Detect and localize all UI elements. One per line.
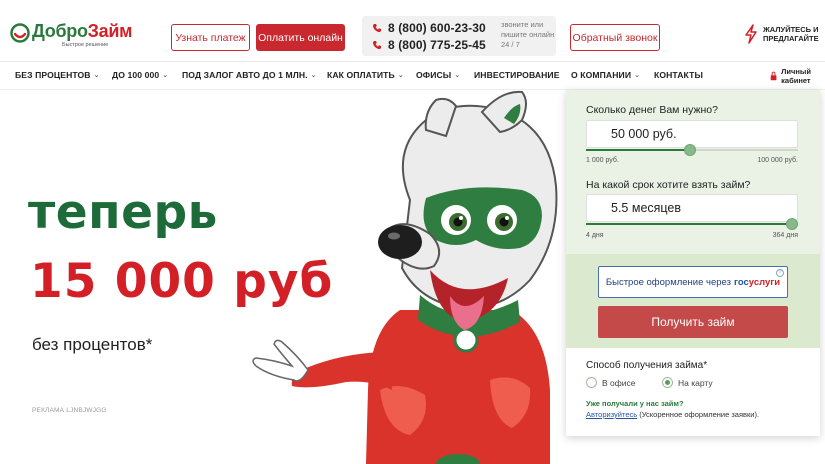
chevron-down-icon: ⌄	[634, 72, 641, 79]
user-lock-icon	[770, 71, 777, 81]
chevron-down-icon: ⌄	[454, 72, 461, 79]
authorize-link[interactable]: Авторизуйтесь	[586, 410, 637, 419]
nav-item-investing[interactable]: ИНВЕСТИРОВАНИЕ	[474, 70, 560, 80]
pay-online-button[interactable]: Оплатить онлайн	[256, 24, 345, 51]
logo[interactable]: ДоброЗайм Быстрое решение	[10, 21, 133, 48]
callback-button[interactable]: Обратный звонок	[570, 24, 660, 51]
nav-item-about[interactable]: О КОМПАНИИ ⌄	[571, 70, 640, 80]
lightning-icon	[745, 24, 757, 44]
auth-line: Авторизуйтесь (Ускоренное оформление зая…	[586, 410, 759, 419]
method-label: Способ получения займа*	[586, 360, 708, 371]
phone-icon	[372, 41, 381, 50]
radio-office-label: В офисе	[602, 377, 636, 388]
phone-icon	[372, 24, 381, 33]
loan-calculator: Сколько денег Вам нужно? 50 000 руб. 1 0…	[566, 90, 820, 436]
phone-line-1[interactable]: 8 (800) 600-23-30	[372, 20, 486, 36]
phone-number: 8 (800) 775-25-45	[388, 38, 486, 52]
personal-cabinet-link[interactable]: Личный кабинет	[770, 67, 825, 85]
chevron-down-icon: ⌄	[397, 72, 404, 79]
phone-number: 8 (800) 600-23-30	[388, 21, 486, 35]
gosuslugi-logo-text: госуслуги	[733, 276, 781, 288]
gosuslugi-label: Быстрое оформление через	[605, 276, 731, 288]
logo-tagline: Быстрое решение	[62, 42, 109, 48]
get-loan-button[interactable]: Получить займ	[598, 306, 788, 338]
calculator-actions: Быстрое оформление через госуслуги ? Пол…	[566, 254, 820, 348]
main-nav: БЕЗ ПРОЦЕНТОВ ⌄ ДО 100 000 ⌄ ПОД ЗАЛОГ АВТ…	[0, 62, 825, 90]
radio-card-label: На карту	[678, 377, 713, 388]
term-input[interactable]: 5.5 месяцев	[586, 194, 798, 222]
already-borrowed-label: Уже получали у нас займ?	[586, 399, 684, 408]
chevron-down-icon: ⌄	[162, 72, 169, 79]
amount-slider[interactable]	[586, 144, 798, 156]
logo-smile-icon	[10, 23, 30, 43]
hero-headline-now: теперь	[28, 185, 218, 240]
term-question: На какой срок хотите взять займ?	[586, 179, 751, 191]
auth-note: (Ускоренное оформление заявки).	[639, 410, 760, 419]
term-slider-fill	[586, 223, 792, 225]
calculator-method: Способ получения займа* В офисе На карту…	[566, 348, 820, 436]
learn-payment-button[interactable]: Узнать платеж	[171, 24, 250, 51]
nav-item-car-pledge[interactable]: ПОД ЗАЛОГ АВТО ДО 1 МЛН. ⌄	[182, 70, 317, 80]
amount-slider-handle[interactable]	[684, 144, 696, 156]
radio-circle	[662, 377, 673, 388]
term-slider[interactable]	[586, 218, 798, 230]
phones-block: 8 (800) 600-23-30 8 (800) 775-25-45 звон…	[362, 16, 556, 56]
term-slider-handle[interactable]	[786, 218, 798, 230]
amount-question: Сколько денег Вам нужно?	[586, 104, 718, 116]
nav-item-how-to-pay[interactable]: КАК ОПЛАТИТЬ ⌄	[327, 70, 404, 80]
term-min-label: 4 дня	[586, 232, 604, 239]
calculator-sliders: Сколько денег Вам нужно? 50 000 руб. 1 0…	[566, 90, 820, 254]
chevron-down-icon: ⌄	[93, 72, 100, 79]
complain-link[interactable]: ЖАЛУЙТЕСЬ И ПРЕДЛАГАЙТЕ	[744, 24, 825, 44]
radio-office[interactable]: В офисе	[586, 377, 635, 388]
cabinet-label: Личный кабинет	[781, 67, 811, 85]
amount-min-label: 1 000 руб.	[586, 157, 619, 164]
ad-label: РЕКЛАМА LJNBJWJGG	[32, 407, 107, 414]
amount-max-label: 100 000 руб.	[757, 157, 798, 164]
nav-item-contacts[interactable]: КОНТАКТЫ	[654, 70, 703, 80]
term-max-label: 364 дня	[772, 232, 798, 239]
nav-item-no-interest[interactable]: БЕЗ ПРОЦЕНТОВ ⌄	[15, 70, 100, 80]
gosuslugi-button[interactable]: Быстрое оформление через госуслуги ?	[598, 266, 788, 298]
complain-label: ЖАЛУЙТЕСЬ И ПРЕДЛАГАЙТЕ	[763, 25, 819, 43]
chevron-down-icon: ⌄	[310, 72, 317, 79]
radio-circle	[586, 377, 597, 388]
question-icon[interactable]: ?	[776, 269, 784, 277]
nav-item-up-to-100000[interactable]: ДО 100 000 ⌄	[112, 70, 168, 80]
dog-mascot-illustration	[252, 90, 558, 464]
phone-line-2[interactable]: 8 (800) 775-25-45	[372, 37, 486, 53]
amount-slider-fill	[586, 149, 690, 151]
logo-text: ДоброЗайм	[32, 21, 133, 41]
radio-card[interactable]: На карту	[662, 377, 713, 388]
hero-subtitle: без процентов*	[32, 335, 153, 354]
nav-item-offices[interactable]: ОФИСЫ ⌄	[416, 70, 460, 80]
top-header: ДоброЗайм Быстрое решение Узнать платеж …	[0, 0, 825, 62]
call-note: звоните или пишите онлайн 24 / 7	[501, 20, 555, 49]
